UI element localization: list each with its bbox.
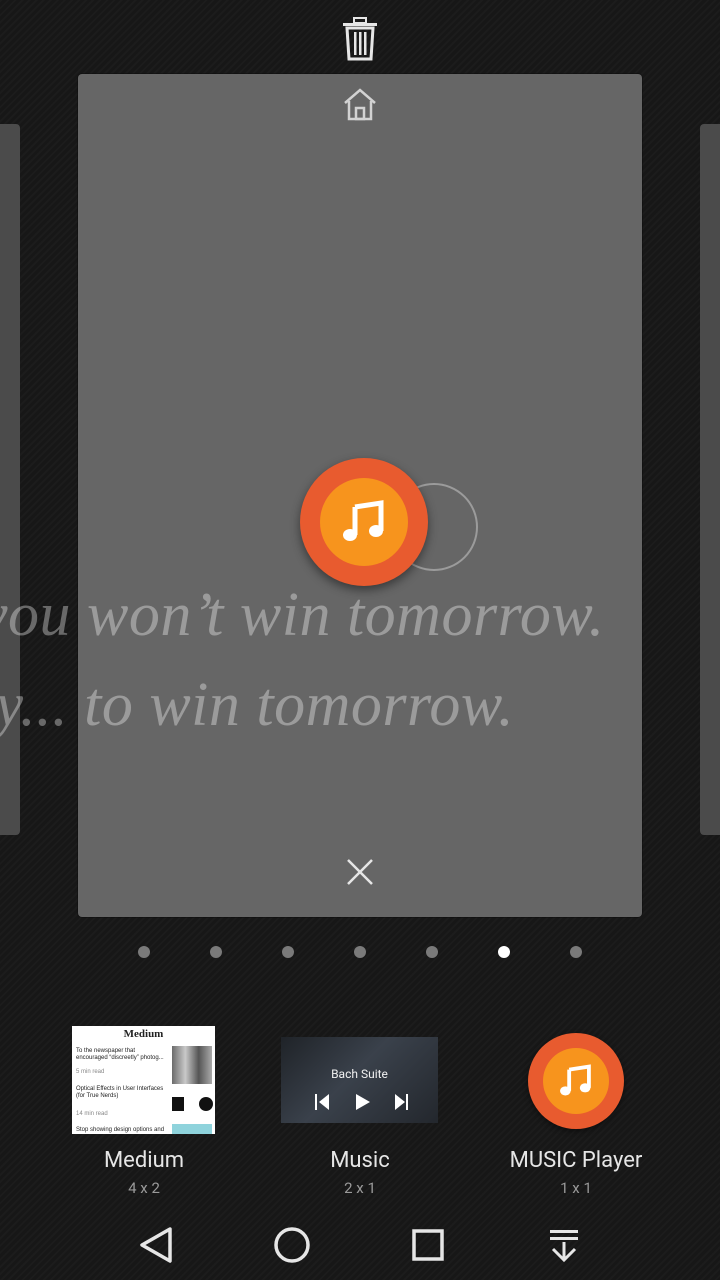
trash-icon[interactable] bbox=[337, 14, 383, 64]
back-triangle-icon[interactable] bbox=[133, 1222, 179, 1268]
medium-preview-line: encouraged “discreetly” photog... bbox=[76, 1055, 164, 1061]
medium-preview-title: Medium bbox=[123, 1028, 164, 1040]
medium-preview-image bbox=[172, 1124, 212, 1134]
system-navigation-bar bbox=[0, 1206, 720, 1280]
homescreen-page-right[interactable] bbox=[700, 124, 720, 835]
page-indicator bbox=[0, 946, 720, 960]
page-dot[interactable] bbox=[570, 946, 582, 958]
widget-size: 4 x 2 bbox=[128, 1179, 160, 1197]
page-dot-active[interactable] bbox=[498, 946, 510, 958]
music-note-icon bbox=[560, 1064, 591, 1096]
medium-preview-image bbox=[172, 1097, 184, 1111]
music-track-title: Bach Suite bbox=[331, 1067, 388, 1081]
home-icon[interactable] bbox=[338, 84, 382, 124]
widget-label-medium: Medium 4 x 2 bbox=[34, 1148, 254, 1197]
page-dot[interactable] bbox=[426, 946, 438, 958]
medium-preview-line: 5 min read bbox=[76, 1069, 105, 1075]
wallpaper-quote-line-2: ay... to win tomorrow. bbox=[0, 671, 515, 739]
music-player-widget-preview[interactable] bbox=[528, 1033, 624, 1129]
medium-preview-line: Optical Effects in User Interfaces bbox=[76, 1086, 164, 1092]
home-circle-icon[interactable] bbox=[269, 1222, 315, 1268]
medium-widget-preview[interactable]: Medium To the newspaper that encouraged … bbox=[72, 1026, 215, 1134]
medium-preview-image bbox=[172, 1046, 212, 1084]
medium-preview-line: Stop showing design options and bbox=[76, 1127, 165, 1133]
music-app-icon-dragging[interactable] bbox=[300, 458, 428, 586]
medium-preview-line: To the newspaper that bbox=[76, 1048, 136, 1054]
widget-name: MUSIC Player bbox=[509, 1148, 643, 1173]
notifications-drawer-icon[interactable] bbox=[541, 1222, 587, 1268]
widget-name: Medium bbox=[103, 1148, 185, 1173]
music-widget-preview[interactable]: Bach Suite bbox=[281, 1037, 438, 1123]
page-dot[interactable] bbox=[138, 946, 150, 958]
widget-size: 2 x 1 bbox=[344, 1179, 376, 1197]
close-icon[interactable] bbox=[340, 852, 380, 892]
medium-preview-image bbox=[199, 1097, 213, 1111]
wallpaper-quote-line-1: you won’t win tomorrow. bbox=[0, 581, 605, 649]
page-dot[interactable] bbox=[282, 946, 294, 958]
page-dot[interactable] bbox=[210, 946, 222, 958]
widget-size: 1 x 1 bbox=[560, 1179, 592, 1197]
page-dot[interactable] bbox=[354, 946, 366, 958]
widget-label-music-player: MUSIC Player 1 x 1 bbox=[466, 1148, 686, 1197]
music-controls bbox=[315, 1094, 408, 1110]
medium-preview-line: 14 min read bbox=[76, 1111, 108, 1117]
medium-preview-line: (for True Nerds) bbox=[76, 1093, 119, 1099]
recents-square-icon[interactable] bbox=[405, 1222, 451, 1268]
widget-name: Music bbox=[330, 1148, 390, 1173]
widget-label-music: Music 2 x 1 bbox=[250, 1148, 470, 1197]
music-note-icon bbox=[343, 500, 384, 541]
